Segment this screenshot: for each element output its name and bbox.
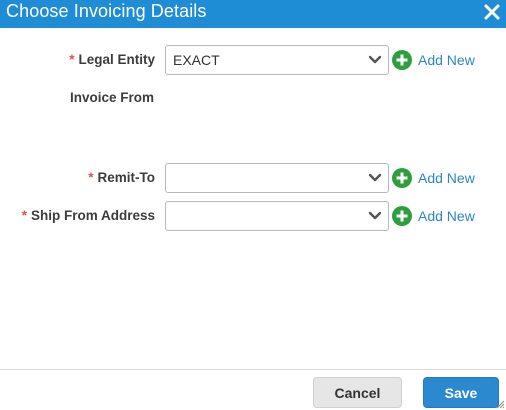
cancel-button[interactable]: Cancel [313, 377, 402, 408]
chevron-down-icon [368, 211, 382, 220]
close-icon [484, 4, 500, 20]
legal-entity-select[interactable]: EXACT [165, 45, 389, 75]
add-circle-icon [392, 50, 412, 70]
legal-entity-label: * Legal Entity [69, 52, 155, 67]
required-marker: * [21, 208, 27, 223]
legal-entity-row: * Legal Entity EXACT Add New [0, 45, 506, 75]
legal-entity-value: EXACT [173, 52, 220, 68]
chevron-down-icon [368, 173, 382, 182]
add-new-link[interactable]: Add New [418, 52, 475, 68]
ship-from-select[interactable] [165, 201, 389, 231]
ship-from-label: * Ship From Address [21, 208, 155, 223]
ship-from-add-new[interactable]: Add New [392, 203, 475, 229]
dialog-title: Choose Invoicing Details [6, 1, 207, 21]
remit-to-select[interactable] [165, 163, 389, 193]
required-marker: * [69, 52, 75, 67]
add-circle-icon [392, 206, 412, 226]
add-new-link[interactable]: Add New [418, 170, 475, 186]
chevron-down-icon [368, 55, 382, 64]
remit-to-label: * Remit-To [88, 170, 155, 185]
save-button[interactable]: Save [423, 377, 499, 408]
ship-from-row: * Ship From Address Add New [0, 201, 506, 231]
legal-entity-add-new[interactable]: Add New [392, 47, 475, 73]
invoice-from-label: Invoice From [70, 90, 155, 105]
add-circle-icon [392, 168, 412, 188]
remit-to-add-new[interactable]: Add New [392, 165, 475, 191]
footer-divider [0, 369, 506, 370]
dialog-title-bar: Choose Invoicing Details [0, 0, 506, 28]
add-new-link[interactable]: Add New [418, 208, 475, 224]
resize-grip-icon[interactable] [495, 399, 505, 409]
remit-to-row: * Remit-To Add New [0, 163, 506, 193]
required-marker: * [88, 170, 94, 185]
close-button[interactable] [480, 0, 504, 24]
